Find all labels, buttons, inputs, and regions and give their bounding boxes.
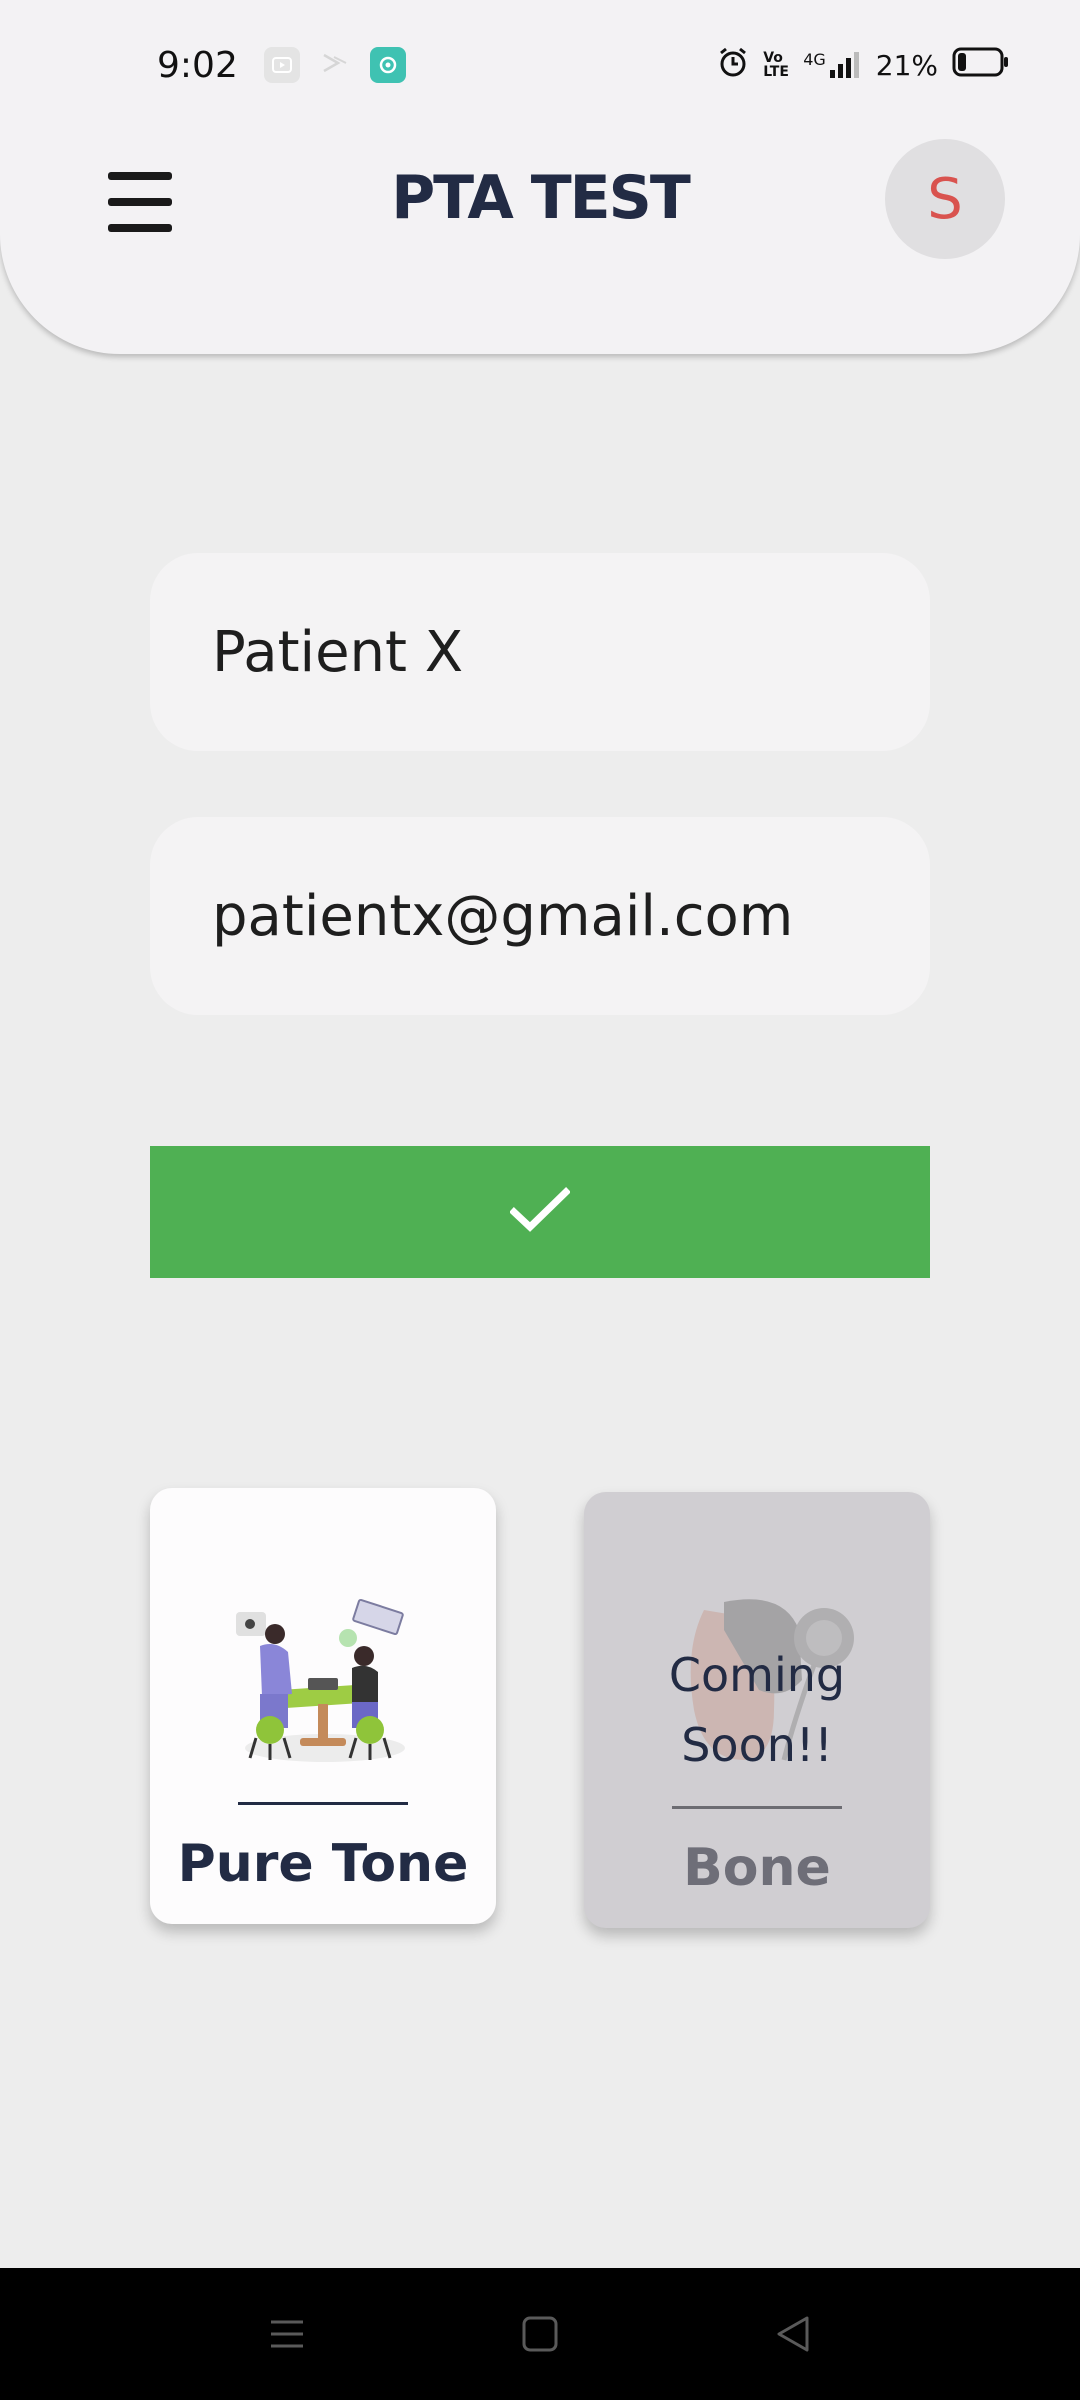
card-divider (238, 1802, 408, 1805)
volte-icon: Vo LTE (763, 50, 789, 80)
bone-card: Coming Soon!! Bone (584, 1492, 930, 1928)
coming-soon-overlay: Coming Soon!! (668, 1648, 846, 1772)
bone-label: Bone (683, 1838, 831, 1898)
pta-test-screen: PTA TEST S 9:02 Vo LTE 4G 21% Patient X … (0, 0, 1080, 2400)
home-button[interactable] (510, 2304, 570, 2364)
patient-email-value: patientx@gmail.com (212, 883, 794, 949)
home-icon (522, 2316, 558, 2352)
app-notification-icon (369, 47, 406, 83)
status-time: 9:02 (157, 44, 238, 86)
patient-name-field[interactable]: Patient X (150, 553, 930, 751)
cast-notification-icon (320, 51, 350, 79)
network-type: 4G (803, 50, 826, 69)
notification-icons (263, 47, 406, 83)
checkmark-icon (509, 1186, 571, 1239)
back-icon (777, 2316, 809, 2352)
patient-name-value: Patient X (212, 619, 464, 685)
pure-tone-card[interactable]: Pure Tone (150, 1488, 496, 1924)
card-divider (672, 1806, 842, 1809)
signal-icon: 4G (803, 50, 862, 80)
battery-icon (952, 46, 1010, 85)
patient-email-field[interactable]: patientx@gmail.com (150, 817, 930, 1015)
pure-tone-label: Pure Tone (177, 1834, 469, 1894)
system-nav-bar (0, 2268, 1080, 2400)
back-button[interactable] (763, 2304, 823, 2364)
video-notification-icon (263, 47, 300, 83)
submit-button[interactable] (150, 1146, 930, 1278)
avatar[interactable]: S (885, 139, 1005, 259)
avatar-initial: S (927, 166, 963, 232)
recent-apps-icon (270, 2320, 303, 2348)
battery-percent: 21% (875, 48, 938, 82)
audiometry-illustration-icon (230, 1598, 416, 1768)
alarm-icon (717, 46, 749, 85)
recent-apps-button[interactable] (257, 2304, 317, 2364)
status-bar: 9:02 Vo LTE 4G 21% (0, 0, 1080, 130)
